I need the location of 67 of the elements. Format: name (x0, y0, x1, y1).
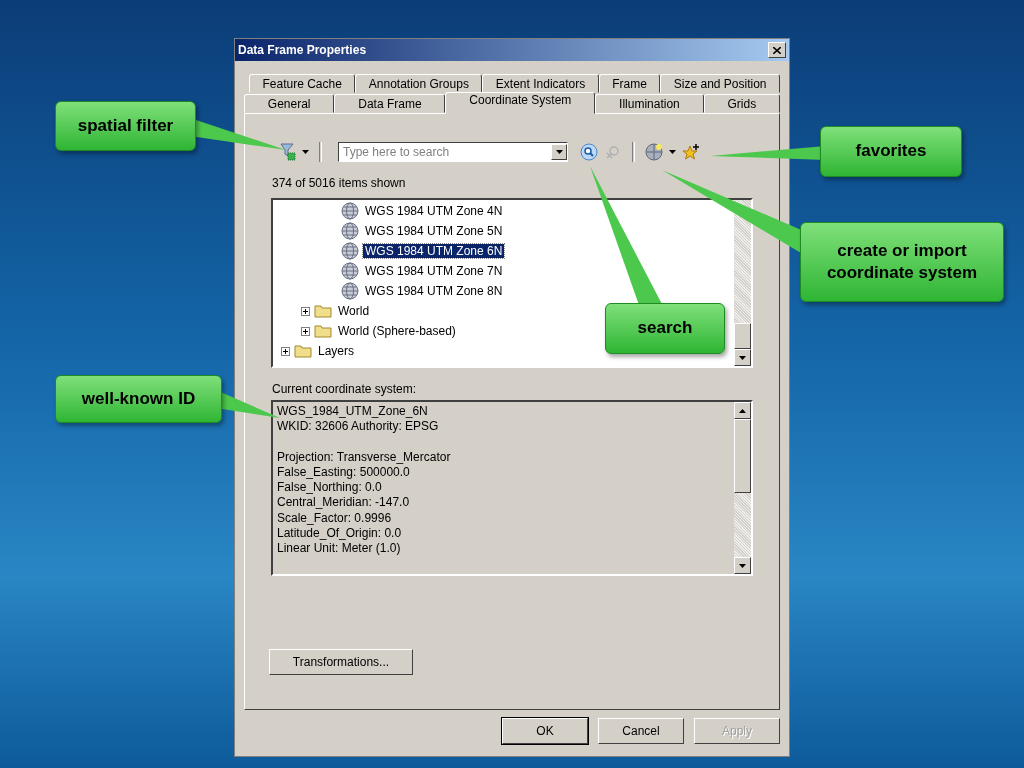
scrollbar[interactable] (734, 402, 751, 574)
combo-box[interactable]: Type here to search (338, 142, 568, 162)
details-line: Scale_Factor: 0.9996 (277, 510, 393, 527)
dialog-button[interactable]: OK (502, 718, 588, 744)
globe-icon (341, 202, 359, 220)
tab[interactable]: Grids (703, 94, 780, 113)
tree-item[interactable]: Layers (316, 344, 357, 358)
details-line: Central_Meridian: -147.0 (277, 495, 411, 511)
tab[interactable]: General (244, 94, 335, 113)
tab[interactable]: Extent Indicators (482, 74, 599, 93)
globe-icon (341, 262, 359, 280)
callout: spatial filter (55, 101, 196, 151)
tree-item[interactable]: WGS 1984 UTM Zone 5N (363, 224, 505, 238)
globe-icon (341, 222, 359, 240)
tab[interactable]: Coordinate System (445, 92, 596, 114)
globe-icon (341, 282, 359, 300)
callout: favorites (820, 126, 962, 177)
details-line: False_Easting: 500000.0 (277, 464, 411, 481)
expand-icon[interactable] (301, 306, 310, 316)
scrollbar-thumb[interactable] (734, 323, 751, 349)
caret-icon (302, 150, 309, 154)
items-count: 374 of 5016 items shown (272, 176, 407, 190)
window-title: Data Frame Properties (238, 43, 367, 57)
folder-icon (314, 324, 332, 338)
callout: well-known ID (55, 375, 222, 423)
folder-icon (314, 304, 332, 318)
folder-icon (294, 344, 312, 358)
close-icon[interactable] (773, 46, 781, 54)
transformations-button[interactable]: Transformations... (269, 649, 413, 675)
tree-item[interactable]: WGS 1984 UTM Zone 7N (363, 264, 505, 278)
callout: create or import coordinate system (800, 222, 1004, 302)
close-button[interactable] (768, 42, 786, 58)
star-icon[interactable] (682, 143, 700, 161)
details-line: Linear Unit: Meter (1.0) (277, 541, 402, 557)
tree-item[interactable]: WGS 1984 UTM Zone 8N (363, 284, 505, 298)
tab[interactable]: Data Frame (334, 94, 446, 113)
tree-item[interactable]: World (336, 304, 372, 318)
details-line: False_Northing: 0.0 (277, 480, 383, 496)
details-line: Latitude_Of_Origin: 0.0 (277, 526, 403, 542)
dialog-button[interactable]: Cancel (598, 718, 684, 744)
tree-item[interactable]: World (Sphere-based) (336, 324, 458, 338)
details-line: WGS_1984_UTM_Zone_6N (277, 404, 429, 420)
expand-icon[interactable] (301, 326, 310, 336)
scrollbar[interactable] (734, 200, 751, 366)
tree-item[interactable]: WGS 1984 UTM Zone 4N (363, 204, 505, 218)
caret-icon (739, 355, 746, 360)
search-icon[interactable] (580, 143, 598, 161)
caret-icon (555, 150, 563, 154)
globe-icon[interactable] (645, 143, 663, 161)
caret-icon (739, 563, 746, 568)
scrollbar-thumb[interactable] (734, 419, 751, 493)
details-line: Projection: Transverse_Mercator (277, 449, 452, 465)
details-line: WKID: 32606 Authority: EPSG (277, 419, 440, 435)
tab[interactable]: Illumination (595, 94, 704, 113)
filter-icon[interactable] (280, 143, 296, 161)
tree-item[interactable]: WGS 1984 UTM Zone 6N (363, 244, 505, 258)
dropdown-button[interactable] (551, 144, 567, 160)
callout: search (605, 303, 725, 354)
expand-icon[interactable] (281, 346, 290, 356)
section-label: Current coordinate system: (272, 382, 418, 396)
caret-icon (669, 150, 676, 154)
tab[interactable]: Size and Position (660, 74, 781, 93)
tab[interactable]: Annotation Groups (355, 74, 483, 93)
globe-icon (341, 242, 359, 260)
caret-icon (739, 408, 746, 413)
tab[interactable]: Feature Cache (249, 74, 356, 93)
tab[interactable]: Frame (598, 74, 661, 93)
